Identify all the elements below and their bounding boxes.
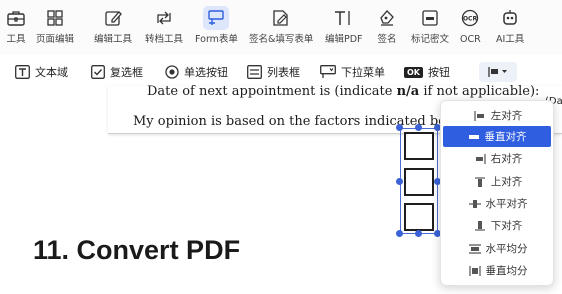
toolbox-icon [6, 5, 26, 31]
toolbar-edit-pdf[interactable]: 编辑PDF [325, 5, 363, 46]
toolbar-label: 签名 [377, 34, 397, 45]
toolbar-sign-fill[interactable]: 签名&填写表单 [249, 5, 313, 46]
menu-item-align-right[interactable]: 右对齐 [441, 148, 555, 169]
ai-robot-icon [500, 5, 520, 31]
main-toolbar: 工具 页面编辑 编辑工具 转档工具 Form表单 签名&填写表单 编辑PDF 签… [0, 0, 562, 55]
align-vertical-center-icon [468, 132, 480, 142]
toolbar-sign[interactable]: 签名 [377, 5, 397, 46]
checkbox-icon [91, 65, 105, 79]
distribute-vertical-icon [468, 265, 481, 276]
distribute-horizontal-icon [468, 243, 481, 254]
align-dropdown-button[interactable] [479, 62, 517, 82]
pen-nib-icon [377, 5, 397, 31]
dropdown-tool[interactable]: 下拉菜单 [320, 62, 385, 82]
toolbar-label: 工具 [6, 34, 26, 45]
align-left-icon [488, 67, 507, 77]
checkbox-field[interactable] [404, 168, 434, 196]
button-tool[interactable]: OK 按钮 [404, 62, 450, 82]
align-menu: 左对齐 垂直对齐 右对齐 上对齐 水平对齐 下对齐 水平均分 垂直均分 [440, 100, 554, 286]
text-cursor-icon [333, 5, 355, 31]
resize-handle[interactable] [396, 124, 403, 131]
toolbar-label: 签名&填写表单 [249, 34, 314, 45]
menu-item-align-vertical[interactable]: 垂直对齐 [443, 126, 551, 147]
toolbar-label: Form表单 [195, 34, 238, 45]
grid-icon [45, 5, 65, 31]
toolbar-page-edit[interactable]: 页面编辑 [36, 5, 74, 46]
toolbar-ai-tools[interactable]: AI工具 [496, 5, 524, 46]
toolbar-label: 页面编辑 [36, 34, 75, 45]
doc-line-opinion: My opinion is based on the factors indic… [133, 114, 474, 129]
toolbar-convert-tools[interactable]: 转档工具 [145, 5, 183, 46]
toolbar-label: AI工具 [496, 34, 525, 45]
button-label: 按钮 [428, 66, 450, 79]
resize-handle[interactable] [415, 230, 422, 237]
convert-icon [154, 5, 174, 31]
align-horizontal-center-icon [468, 199, 481, 209]
text-field-label: 文本域 [35, 66, 68, 79]
toolbar-label: 标记密文 [411, 34, 450, 45]
menu-item-align-top[interactable]: 上对齐 [441, 171, 555, 192]
page-heading: 11. Convert PDF [33, 235, 241, 265]
list-box-icon [247, 65, 262, 79]
toolbar-label: OCR [460, 34, 481, 45]
toolbar-label: 编辑工具 [94, 34, 133, 45]
form-icon [203, 5, 230, 31]
edit-icon [103, 5, 123, 31]
ok-badge-icon: OK [404, 66, 423, 78]
sign-fill-icon [271, 5, 291, 31]
text-field-tool[interactable]: 文本域 [15, 62, 68, 82]
ocr-icon: OCR [460, 5, 480, 31]
align-left-icon [474, 110, 486, 121]
align-bottom-icon [474, 220, 486, 231]
menu-item-distribute-horizontal[interactable]: 水平均分 [441, 238, 555, 259]
toolbar-ocr[interactable]: OCR OCR [460, 5, 481, 46]
resize-handle[interactable] [415, 124, 422, 131]
menu-item-align-bottom[interactable]: 下对齐 [441, 215, 555, 236]
list-box-label: 列表框 [267, 66, 300, 79]
toolbar-redact[interactable]: 标记密文 [411, 5, 449, 46]
menu-item-distribute-vertical[interactable]: 垂直均分 [441, 260, 555, 281]
checkbox-tool[interactable]: 复选框 [91, 62, 143, 82]
checkbox-label: 复选框 [110, 66, 143, 79]
redact-icon [420, 5, 440, 31]
doc-line-next-appointment: Date of next appointment is (indicate n/… [147, 84, 540, 99]
checkbox-field[interactable] [404, 132, 434, 160]
resize-handle[interactable] [396, 178, 403, 185]
align-right-icon [474, 153, 486, 164]
toolbar-label: 编辑PDF [325, 34, 363, 45]
dropdown-label: 下拉菜单 [341, 66, 385, 79]
text-field-icon [15, 65, 30, 79]
toolbar-edit-tools[interactable]: 编辑工具 [94, 5, 132, 46]
menu-item-align-horizontal[interactable]: 水平对齐 [441, 193, 555, 214]
align-top-icon [474, 176, 486, 187]
svg-text:OCR: OCR [463, 16, 478, 23]
radio-label: 单选按钮 [184, 66, 228, 79]
radio-icon [165, 65, 179, 79]
dropdown-field-icon [320, 65, 336, 79]
list-box-tool[interactable]: 列表框 [247, 62, 300, 82]
toolbar-label: 转档工具 [145, 34, 184, 45]
resize-handle[interactable] [396, 230, 403, 237]
radio-button-tool[interactable]: 单选按钮 [165, 62, 228, 82]
toolbar-tools[interactable]: 工具 [6, 5, 26, 46]
menu-item-align-left[interactable]: 左对齐 [441, 105, 555, 126]
toolbar-form[interactable]: Form表单 [195, 5, 238, 46]
checkbox-field[interactable] [404, 203, 434, 231]
